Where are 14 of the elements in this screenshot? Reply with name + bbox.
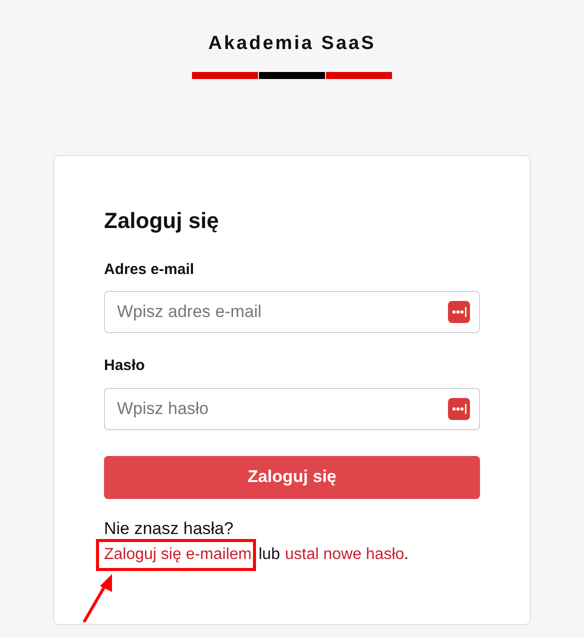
card-title: Zaloguj się bbox=[104, 206, 220, 235]
email-field[interactable]: Wpisz adres e-mail bbox=[104, 291, 480, 333]
sentence-end: . bbox=[404, 544, 409, 564]
logo-text: Akademia SaaS bbox=[208, 32, 376, 56]
password-field[interactable]: Wpisz hasło bbox=[104, 388, 480, 430]
email-login-link[interactable]: Zaloguj się e-mailem bbox=[104, 544, 252, 566]
reset-password-link[interactable]: ustal nowe hasło bbox=[284, 544, 404, 566]
password-manager-icon[interactable] bbox=[448, 398, 470, 420]
login-button[interactable]: Zaloguj się bbox=[104, 456, 480, 498]
field-label: Hasło bbox=[104, 356, 146, 376]
help-question: Nie znasz hasła? bbox=[104, 518, 234, 540]
connector-text: lub bbox=[258, 544, 280, 564]
password-manager-icon[interactable] bbox=[448, 301, 470, 323]
field-label: Adres e-mail bbox=[104, 260, 196, 280]
